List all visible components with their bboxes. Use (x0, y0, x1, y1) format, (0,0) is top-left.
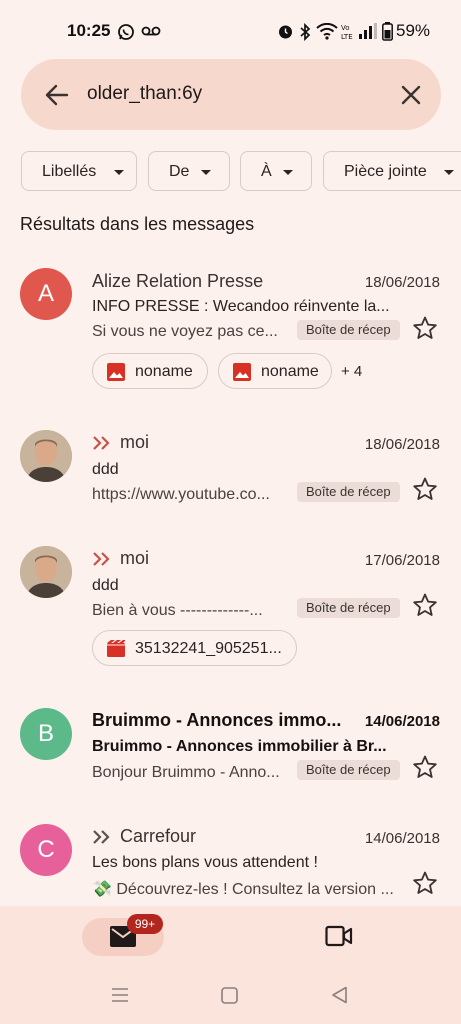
back-arrow-icon[interactable] (43, 81, 71, 109)
message-subject: ddd (92, 577, 119, 594)
whatsapp-icon (118, 24, 134, 40)
status-time: 10:25 (67, 21, 111, 40)
message-row[interactable]: A Alize Relation Presse 18/06/2018 INFO … (0, 260, 461, 400)
message-sender: moi (92, 432, 149, 453)
forward-icon (93, 436, 110, 451)
filter-chips: Libellés De À Pièce jointe (0, 151, 461, 191)
search-query[interactable]: older_than:6y (87, 83, 202, 105)
message-row[interactable]: moi 17/06/2018 ddd Bien à vous ---------… (0, 536, 461, 676)
filter-labels[interactable]: Libellés (21, 151, 137, 191)
message-snippet: 💸 Découvrez-les ! Consultez la version .… (92, 881, 394, 898)
message-subject: ddd (92, 461, 119, 478)
back-nav-icon[interactable] (331, 986, 348, 1004)
battery-level: 59% (396, 21, 431, 40)
star-icon[interactable] (412, 592, 438, 618)
attachment-chip[interactable]: noname (218, 353, 332, 389)
section-title: Résultats dans les messages (20, 214, 255, 234)
avatar (20, 430, 72, 482)
svg-text:LTE: LTE (341, 33, 353, 41)
user-photo-icon (20, 430, 72, 482)
message-sender: Bruimmo - Annonces immo... (92, 710, 342, 730)
avatar (20, 546, 72, 598)
message-snippet: Bonjour Bruimmo - Anno... (92, 764, 280, 781)
wifi-icon (316, 23, 338, 40)
label-badge: Boîte de récep (297, 482, 400, 502)
avatar: A (20, 268, 72, 320)
message-snippet: Bien à vous -------------... (92, 602, 263, 619)
volte-icon: Vo LTE (341, 24, 353, 41)
more-attachments-count: + 4 (341, 363, 363, 380)
message-subject: Les bons plans vous attendent ! (92, 854, 318, 871)
chevron-down-icon (201, 170, 211, 175)
alarm-icon (279, 25, 292, 39)
message-subject: INFO PRESSE : Wecandoo réinvente la... (92, 298, 390, 315)
message-date: 14/06/2018 (364, 830, 440, 847)
close-icon[interactable] (399, 83, 423, 107)
search-bar[interactable]: older_than:6y (21, 59, 441, 130)
voicemail-icon (141, 26, 161, 36)
chevron-down-icon (283, 170, 293, 175)
message-subject: Bruimmo - Annonces immobilier à Br... (92, 738, 387, 755)
label-badge: Boîte de récep (297, 760, 400, 780)
message-row[interactable]: C Carrefour 14/06/2018 Les bons plans vo… (0, 814, 461, 906)
filter-to[interactable]: À (240, 151, 312, 191)
star-icon[interactable] (412, 870, 438, 896)
message-row[interactable]: moi 18/06/2018 ddd https://www.youtube.c… (0, 420, 461, 520)
chevron-down-icon (114, 170, 124, 175)
forward-icon (93, 830, 110, 845)
message-snippet: Si vous ne voyez pas ce... (92, 323, 278, 340)
video-file-icon (107, 640, 125, 657)
user-photo-icon (20, 546, 72, 598)
message-date: 18/06/2018 (364, 274, 440, 291)
image-icon (233, 363, 251, 381)
avatar: C (20, 824, 72, 876)
message-date: 18/06/2018 (364, 436, 440, 453)
system-nav (0, 966, 461, 1024)
filter-from[interactable]: De (148, 151, 230, 191)
attachment-chip[interactable]: noname (92, 353, 208, 389)
image-icon (107, 363, 125, 381)
bluetooth-icon (300, 23, 311, 41)
message-sender: Alize Relation Presse (92, 271, 264, 291)
message-date: 14/06/2018 (364, 713, 440, 730)
star-icon[interactable] (412, 315, 438, 341)
filter-attachment[interactable]: Pièce jointe (323, 151, 461, 191)
message-snippet: https://www.youtube.co... (92, 486, 270, 503)
chevron-down-icon (444, 170, 454, 175)
status-bar: 10:25 Vo LTE 59% (0, 0, 461, 60)
avatar: B (20, 708, 72, 760)
bottom-nav (0, 906, 461, 966)
star-icon[interactable] (412, 476, 438, 502)
forward-icon (93, 552, 110, 567)
message-sender: Carrefour (92, 826, 196, 847)
star-icon[interactable] (412, 754, 438, 780)
recent-apps-icon[interactable] (111, 987, 129, 1003)
home-icon[interactable] (221, 987, 238, 1004)
attachment-chip[interactable]: 35132241_905251... (92, 630, 297, 666)
message-sender: moi (92, 548, 149, 569)
video-call-icon[interactable] (325, 925, 353, 947)
svg-text:Vo: Vo (341, 24, 350, 32)
label-badge: Boîte de récep (297, 598, 400, 618)
signal-icon (359, 23, 377, 39)
message-date: 17/06/2018 (364, 552, 440, 569)
unread-badge: 99+ (127, 914, 163, 934)
message-row[interactable]: B Bruimmo - Annonces immo... 14/06/2018 … (0, 698, 461, 798)
label-badge: Boîte de récep (297, 320, 400, 340)
battery-icon (382, 22, 393, 41)
